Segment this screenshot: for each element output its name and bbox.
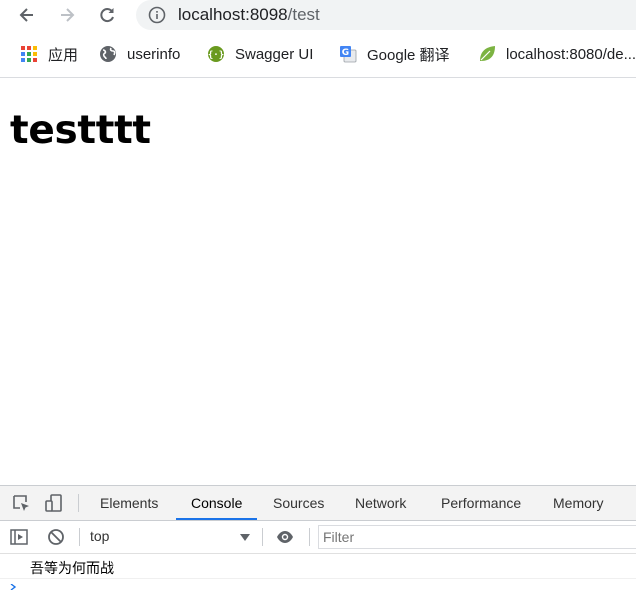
- toolbar-separator: [79, 528, 80, 546]
- arrow-right-icon: [61, 8, 75, 22]
- tab-performance[interactable]: Performance: [441, 486, 521, 520]
- page-heading: testttt: [10, 108, 151, 153]
- svg-text:{·}: {·}: [208, 51, 224, 61]
- tab-sources[interactable]: Sources: [273, 486, 324, 520]
- toolbar-separator: [78, 494, 79, 512]
- filter-box: [318, 525, 636, 549]
- back-button[interactable]: [14, 2, 40, 28]
- tab-network[interactable]: Network: [355, 486, 406, 520]
- chevron-down-icon[interactable]: [240, 534, 250, 541]
- swagger-icon: {·}: [208, 46, 224, 62]
- url-path: /test: [287, 5, 320, 24]
- bookmark-swagger[interactable]: {·} Swagger UI: [207, 44, 314, 64]
- inspect-element-icon[interactable]: [11, 493, 31, 513]
- toolbar-separator: [262, 528, 263, 546]
- bookmark-localhost[interactable]: localhost:8080/de...: [478, 44, 636, 64]
- bookmark-apps[interactable]: 应用: [20, 44, 78, 64]
- toolbar-divider: [0, 77, 636, 78]
- live-expression-eye-icon[interactable]: [276, 528, 294, 546]
- bookmark-label: Google 翻译: [367, 46, 450, 64]
- reload-button[interactable]: [94, 2, 120, 28]
- globe-icon: [100, 46, 116, 62]
- console-message: 吾等为何而战: [30, 561, 114, 577]
- bookmark-label: localhost:8080/de...: [506, 45, 636, 63]
- apps-grid-icon: [21, 46, 37, 62]
- context-selector[interactable]: top: [90, 528, 109, 544]
- bookmark-label: userinfo: [127, 45, 181, 63]
- tab-console[interactable]: Console: [175, 486, 258, 520]
- filter-input[interactable]: [319, 526, 627, 548]
- reload-icon: [100, 8, 114, 23]
- console-prompt-icon: [10, 584, 17, 590]
- svg-text:G: G: [342, 48, 349, 58]
- google-translate-icon: G: [340, 46, 357, 63]
- browser-toolbar: localhost:8098/test: [0, 0, 636, 30]
- bookmark-google-translate[interactable]: G Google 翻译: [339, 44, 450, 64]
- forward-button[interactable]: [54, 2, 80, 28]
- console-toolbar: top: [0, 521, 636, 554]
- devtools-panel: Elements Console Sources Network Perform…: [0, 485, 636, 590]
- leaf-icon: [480, 46, 495, 61]
- bookmarks-bar: 应用 userinfo {·} Swagger UI G Google 翻译 l…: [0, 36, 636, 72]
- url-text: localhost:8098/test: [178, 5, 320, 25]
- address-bar[interactable]: localhost:8098/test: [136, 0, 636, 30]
- bookmark-label: 应用: [48, 46, 79, 64]
- info-icon[interactable]: [148, 6, 166, 24]
- tab-elements[interactable]: Elements: [100, 486, 158, 520]
- tab-memory[interactable]: Memory: [553, 486, 604, 520]
- console-divider: [0, 578, 636, 579]
- sidebar-toggle-icon[interactable]: [10, 528, 28, 546]
- device-toolbar-icon[interactable]: [44, 493, 64, 513]
- bookmark-label: Swagger UI: [235, 45, 314, 63]
- bookmark-userinfo[interactable]: userinfo: [99, 44, 180, 64]
- clear-console-icon[interactable]: [47, 528, 65, 546]
- arrow-left-icon: [19, 8, 33, 22]
- url-host: localhost:8098: [178, 5, 288, 24]
- devtools-tab-bar: Elements Console Sources Network Perform…: [0, 486, 636, 521]
- toolbar-separator: [309, 528, 310, 546]
